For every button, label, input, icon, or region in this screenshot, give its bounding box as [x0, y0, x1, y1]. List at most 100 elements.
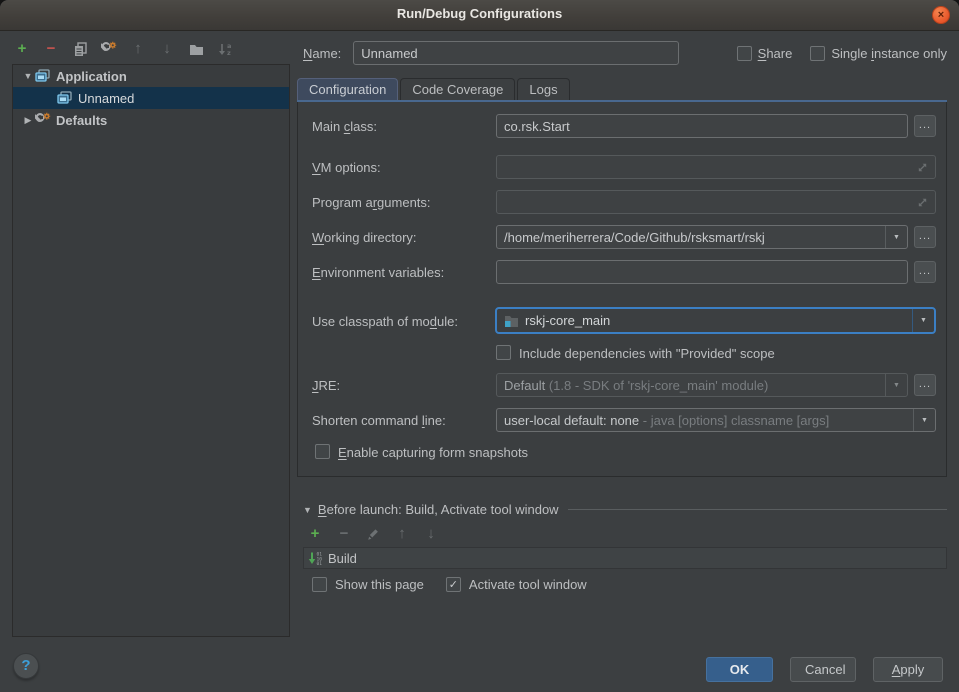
jre-browse-button[interactable]: ... [914, 374, 936, 396]
jre-label: JRE: [312, 378, 340, 393]
tree-item-application[interactable]: ▼ Application [13, 65, 289, 87]
before-launch-title: Before launch: Build, Activate tool wind… [318, 502, 559, 517]
single-instance-label: Single instance only [831, 46, 947, 61]
main-class-browse-button[interactable]: ... [914, 115, 936, 137]
main-class-label: Main class: [312, 119, 377, 134]
name-input[interactable]: Unnamed [353, 41, 679, 65]
tab-configuration[interactable]: Configuration [297, 78, 398, 101]
before-launch-toolbar: + − ↑ ↓ [307, 526, 439, 542]
share-label: Share [758, 46, 793, 61]
tab-strip: Configuration Code Coverage Logs [297, 78, 572, 101]
expand-field-icon[interactable] [917, 197, 928, 208]
tab-logs[interactable]: Logs [517, 78, 569, 101]
jre-value-detail: (1.8 - SDK of 'rskj-core_main' module) [549, 378, 769, 393]
application-icon [35, 69, 51, 83]
share-checkbox[interactable]: ✓ [737, 46, 752, 61]
expand-field-icon[interactable] [917, 162, 928, 173]
tree-item-label: Unnamed [78, 91, 134, 106]
name-row: Name: Unnamed ✓ Share ✓ Single instance … [291, 41, 947, 65]
build-icon: 01 10 01 [308, 551, 323, 566]
copy-configuration-icon[interactable] [72, 41, 88, 57]
expanded-icon[interactable]: ▼ [21, 71, 35, 81]
before-launch-task-build[interactable]: 01 10 01 Build [303, 547, 947, 569]
before-launch-options: ✓ Show this page ✓ Activate tool window [312, 577, 587, 592]
application-icon [57, 91, 73, 105]
working-directory-value: /home/meriherrera/Code/Github/rsksmart/r… [504, 230, 885, 245]
vm-options-input[interactable] [496, 155, 936, 179]
title-bar[interactable]: Run/Debug Configurations × [0, 0, 959, 31]
task-label: Build [328, 551, 357, 566]
svg-text:01: 01 [317, 561, 323, 566]
working-directory-browse-button[interactable]: ... [914, 226, 936, 248]
edit-defaults-icon[interactable] [101, 41, 117, 57]
dialog-title: Run/Debug Configurations [0, 6, 959, 21]
close-icon[interactable]: × [932, 6, 950, 24]
working-directory-label: Working directory: [312, 230, 417, 245]
shorten-value: user-local default: none [504, 413, 639, 428]
environment-variables-browse-button[interactable]: ... [914, 261, 936, 283]
show-this-page-checkbox[interactable]: ✓ [312, 577, 327, 592]
before-launch-header[interactable]: ▼ Before launch: Build, Activate tool wi… [303, 501, 947, 518]
remove-configuration-icon[interactable]: − [43, 41, 59, 57]
activate-tool-window-checkbox[interactable]: ✓ [446, 577, 461, 592]
module-value: rskj-core_main [525, 313, 912, 328]
edit-task-icon[interactable] [365, 526, 381, 542]
single-instance-checkbox[interactable]: ✓ [810, 46, 825, 61]
expanded-icon[interactable]: ▼ [303, 505, 312, 515]
working-directory-combo[interactable]: /home/meriherrera/Code/Github/rsksmart/r… [496, 225, 908, 249]
add-configuration-icon[interactable]: + [14, 41, 30, 57]
jre-value: Default [504, 378, 545, 393]
dropdown-arrow-icon[interactable]: ▼ [885, 374, 907, 396]
remove-task-icon[interactable]: − [336, 526, 352, 542]
shorten-value-detail: - java [options] classname [args] [643, 413, 829, 428]
sort-configurations-icon[interactable]: a z [217, 41, 233, 57]
shorten-command-line-combo[interactable]: user-local default: none - java [options… [496, 408, 936, 432]
jre-combo[interactable]: Default (1.8 - SDK of 'rskj-core_main' m… [496, 373, 908, 397]
tree-item-label: Defaults [56, 113, 107, 128]
main-class-value: co.rsk.Start [504, 119, 570, 134]
help-button[interactable]: ? [13, 653, 39, 679]
activate-tool-window-label: Activate tool window [469, 577, 587, 592]
move-task-up-icon[interactable]: ↑ [394, 526, 410, 542]
dropdown-arrow-icon[interactable]: ▼ [913, 409, 935, 431]
separator-line [568, 509, 947, 510]
configurations-toolbar: + − ↑ ↓ [14, 40, 233, 58]
shorten-command-line-label: Shorten command line: [312, 413, 446, 428]
environment-variables-input[interactable] [496, 260, 908, 284]
move-down-icon[interactable]: ↓ [159, 41, 175, 57]
name-label: Name: [303, 46, 341, 61]
cancel-button[interactable]: Cancel [790, 657, 856, 682]
svg-text:z: z [227, 49, 231, 57]
form-snapshots-checkbox[interactable]: ✓ [315, 444, 330, 459]
module-icon [504, 314, 519, 327]
include-provided-checkbox[interactable]: ✓ [496, 345, 511, 360]
include-provided-label: Include dependencies with "Provided" sco… [519, 346, 775, 361]
main-class-input[interactable]: co.rsk.Start [496, 114, 908, 138]
program-arguments-label: Program arguments: [312, 195, 431, 210]
module-label: Use classpath of module: [312, 314, 458, 329]
configurations-tree: ▼ Application Unnamed ▶ [12, 64, 290, 637]
dropdown-arrow-icon[interactable]: ▼ [912, 309, 934, 332]
apply-button[interactable]: Apply [873, 657, 943, 682]
tab-code-coverage[interactable]: Code Coverage [400, 78, 515, 101]
tree-item-label: Application [56, 69, 127, 84]
ok-button[interactable]: OK [706, 657, 773, 682]
tree-item-unnamed[interactable]: Unnamed [13, 87, 289, 109]
add-task-icon[interactable]: + [307, 526, 323, 542]
environment-variables-label: Environment variables: [312, 265, 444, 280]
show-this-page-label: Show this page [335, 577, 424, 592]
tree-item-defaults[interactable]: ▶ Defaults [13, 109, 289, 131]
dropdown-arrow-icon[interactable]: ▼ [885, 226, 907, 248]
defaults-wrench-icon [35, 112, 51, 128]
configuration-panel: Main class: co.rsk.Start ... VM options:… [297, 102, 947, 477]
name-value: Unnamed [361, 46, 417, 61]
program-arguments-input[interactable] [496, 190, 936, 214]
collapsed-icon[interactable]: ▶ [21, 115, 35, 126]
new-folder-icon[interactable] [188, 41, 204, 57]
vm-options-label: VM options: [312, 160, 381, 175]
run-debug-configurations-dialog: Run/Debug Configurations × + − [0, 0, 959, 692]
module-combo[interactable]: rskj-core_main ▼ [495, 307, 936, 334]
form-snapshots-label: Enable capturing form snapshots [338, 445, 528, 460]
move-up-icon[interactable]: ↑ [130, 41, 146, 57]
move-task-down-icon[interactable]: ↓ [423, 526, 439, 542]
